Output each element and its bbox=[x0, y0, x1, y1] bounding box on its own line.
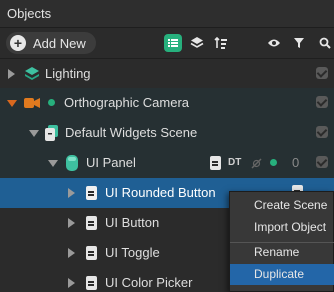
tree-item-label: Lighting bbox=[45, 66, 91, 81]
tree-item-label: Orthographic Camera bbox=[64, 95, 189, 110]
add-new-label: Add New bbox=[33, 35, 86, 51]
menu-item-duplicate[interactable]: Duplicate bbox=[230, 264, 334, 285]
layers-icon bbox=[24, 66, 40, 85]
visibility-checkbox[interactable] bbox=[316, 67, 328, 79]
expand-arrow-icon[interactable] bbox=[68, 248, 75, 258]
list-view-icon[interactable] bbox=[164, 34, 182, 52]
expand-arrow-icon[interactable] bbox=[68, 218, 75, 228]
document-icon bbox=[210, 156, 221, 170]
menu-item-import-object[interactable]: Import Object bbox=[230, 217, 334, 238]
hidden-icon[interactable] bbox=[251, 157, 262, 172]
menu-item-rename[interactable]: Rename bbox=[230, 242, 334, 263]
panel-title: Objects bbox=[7, 6, 52, 21]
search-icon[interactable] bbox=[316, 34, 334, 52]
panel-header: Objects bbox=[0, 0, 334, 28]
visibility-checkbox[interactable] bbox=[316, 126, 328, 138]
eye-icon[interactable] bbox=[265, 34, 283, 52]
active-dot-icon bbox=[48, 99, 55, 106]
document-icon bbox=[86, 186, 97, 200]
tree-item-label: UI Button bbox=[105, 215, 160, 230]
camera-icon bbox=[24, 97, 40, 112]
tree-row-ui-panel[interactable]: UI Panel DT 0 bbox=[0, 148, 334, 178]
filter-icon[interactable] bbox=[290, 34, 308, 52]
visibility-checkbox[interactable] bbox=[316, 96, 328, 108]
document-icon bbox=[86, 216, 97, 230]
tree-item-label: Default Widgets Scene bbox=[65, 125, 198, 140]
context-menu: Create Scene Import Object Rename Duplic… bbox=[229, 191, 334, 292]
tree-row-default-widgets-scene[interactable]: Default Widgets Scene bbox=[0, 118, 334, 148]
collapse-arrow-icon[interactable] bbox=[29, 130, 39, 137]
scene-icon bbox=[45, 125, 59, 144]
expand-arrow-icon[interactable] bbox=[8, 69, 15, 79]
toolbar: + Add New bbox=[0, 28, 334, 59]
dt-badge: DT bbox=[228, 157, 242, 168]
count-label: 0 bbox=[292, 155, 300, 170]
tree-item-label: UI Toggle bbox=[105, 245, 160, 260]
visibility-checkbox[interactable] bbox=[316, 156, 328, 168]
collapse-arrow-icon[interactable] bbox=[7, 100, 17, 107]
layers-view-icon[interactable] bbox=[188, 34, 206, 52]
tree-item-label: UI Rounded Button bbox=[105, 185, 216, 200]
expand-arrow-icon[interactable] bbox=[68, 188, 75, 198]
tree-item-label: UI Panel bbox=[86, 155, 136, 170]
status-dot-icon bbox=[270, 159, 277, 166]
panel-icon bbox=[66, 155, 78, 174]
tree-row-lighting[interactable]: Lighting bbox=[0, 59, 334, 89]
tree-row-orthographic-camera[interactable]: Orthographic Camera bbox=[0, 88, 334, 118]
document-icon bbox=[86, 246, 97, 260]
document-icon bbox=[86, 276, 97, 290]
tree-item-label: UI Color Picker bbox=[105, 275, 193, 290]
plus-icon: + bbox=[10, 35, 26, 51]
collapse-arrow-icon[interactable] bbox=[48, 160, 58, 167]
menu-item-create-scene[interactable]: Create Scene bbox=[230, 195, 334, 216]
sort-icon[interactable] bbox=[212, 34, 230, 52]
expand-arrow-icon[interactable] bbox=[68, 278, 75, 288]
add-new-button[interactable]: + Add New bbox=[6, 32, 96, 54]
